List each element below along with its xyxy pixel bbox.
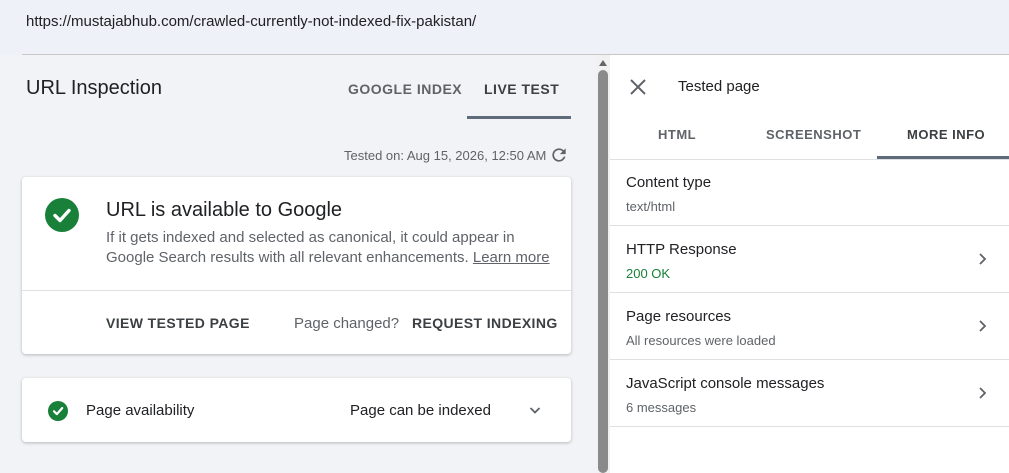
page-changed-label: Page changed? bbox=[294, 315, 400, 332]
request-indexing-button[interactable]: REQUEST INDEXING bbox=[412, 315, 558, 331]
status-description: If it gets indexed and selected as canon… bbox=[106, 228, 556, 268]
page-availability-value: Page can be indexed bbox=[350, 402, 491, 419]
inspection-panel: URL Inspection GOOGLE INDEX LIVE TEST Te… bbox=[0, 55, 596, 473]
active-tab-indicator bbox=[467, 116, 571, 119]
chevron-right-icon bbox=[979, 320, 987, 332]
view-tested-page-button[interactable]: VIEW TESTED PAGE bbox=[106, 315, 250, 331]
info-row-title: JavaScript console messages bbox=[626, 375, 825, 392]
page-availability-card[interactable]: Page availability Page can be indexed bbox=[22, 378, 571, 442]
info-row-title: Content type bbox=[626, 174, 712, 191]
info-row-subtitle: 200 OK bbox=[626, 266, 671, 281]
info-row-subtitle: All resources were loaded bbox=[626, 333, 776, 348]
chevron-right-icon bbox=[979, 253, 987, 265]
tested-page-panel: Tested page HTML SCREENSHOT MORE INFO Co… bbox=[610, 55, 1009, 473]
browser-url-bar: https://mustajabhub.com/crawled-currentl… bbox=[0, 0, 1009, 55]
scroll-up-arrow-icon[interactable] bbox=[598, 59, 608, 67]
scrollbar[interactable] bbox=[596, 55, 610, 473]
info-row-subtitle: 6 messages bbox=[626, 400, 697, 415]
page-availability-label: Page availability bbox=[86, 402, 195, 419]
tab-html[interactable]: HTML bbox=[658, 127, 696, 142]
tested-on-timestamp: Tested on: Aug 15, 2026, 12:50 AM bbox=[344, 148, 547, 163]
tab-google-index[interactable]: GOOGLE INDEX bbox=[348, 81, 462, 97]
tab-screenshot[interactable]: SCREENSHOT bbox=[766, 127, 861, 142]
chevron-down-icon[interactable] bbox=[527, 402, 543, 418]
scrollbar-thumb[interactable] bbox=[598, 70, 608, 473]
card-divider bbox=[22, 290, 571, 291]
info-row-http-response[interactable]: HTTP Response 200 OK bbox=[610, 226, 1009, 293]
close-icon[interactable] bbox=[628, 77, 648, 97]
url-status-card: URL is available to Google If it gets in… bbox=[22, 177, 571, 354]
info-row-title: HTTP Response bbox=[626, 241, 737, 258]
info-row-title: Page resources bbox=[626, 308, 732, 325]
tested-page-title: Tested page bbox=[678, 78, 760, 95]
status-description-text: If it gets indexed and selected as canon… bbox=[106, 229, 515, 266]
info-row-page-resources[interactable]: Page resources All resources were loaded bbox=[610, 293, 1009, 360]
info-row-content-type: Content type text/html bbox=[610, 159, 1009, 226]
tab-live-test[interactable]: LIVE TEST bbox=[484, 81, 559, 97]
chevron-right-icon bbox=[979, 387, 987, 399]
learn-more-link[interactable]: Learn more bbox=[473, 249, 550, 266]
page-title: URL Inspection bbox=[26, 77, 162, 99]
check-circle-icon bbox=[45, 198, 79, 232]
check-circle-icon bbox=[48, 401, 68, 421]
url-text[interactable]: https://mustajabhub.com/crawled-currentl… bbox=[26, 13, 476, 30]
info-row-javascript-console[interactable]: JavaScript console messages 6 messages bbox=[610, 360, 1009, 427]
refresh-icon[interactable] bbox=[549, 145, 569, 165]
status-title: URL is available to Google bbox=[106, 199, 343, 221]
info-row-subtitle: text/html bbox=[626, 199, 676, 214]
tab-more-info[interactable]: MORE INFO bbox=[907, 127, 985, 142]
